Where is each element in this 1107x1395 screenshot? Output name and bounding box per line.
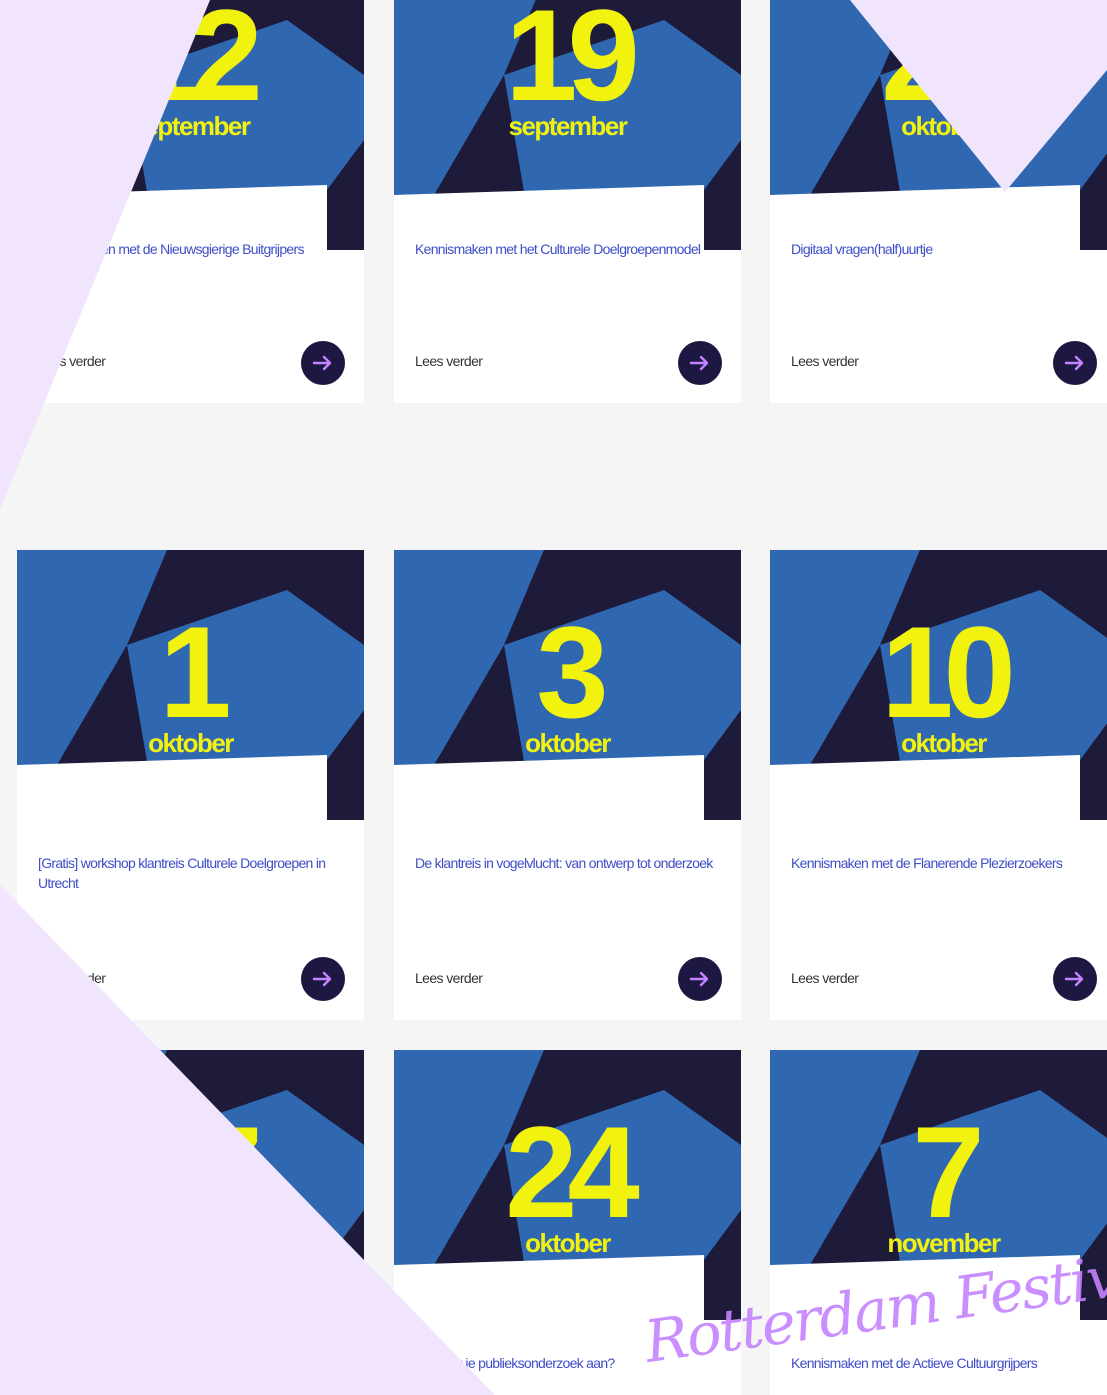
event-title[interactable]: Digitaal vragen(half)uurtje	[791, 239, 1097, 259]
event-poster: 19 september	[394, 0, 741, 250]
read-more-link[interactable]: Lees verder	[415, 970, 483, 986]
event-month: oktober	[525, 1228, 611, 1258]
event-title[interactable]: Kennismaken met de Actieve Cultuurgrijpe…	[791, 1353, 1097, 1373]
arrow-right-icon	[312, 355, 332, 371]
event-card[interactable]: 10 oktober Kennismaken met de Flanerende…	[770, 550, 1107, 1020]
read-more-link[interactable]: Lees verder	[791, 353, 859, 369]
read-more-button[interactable]	[301, 957, 345, 1001]
event-month: oktober	[148, 728, 234, 758]
arrow-right-icon	[312, 971, 332, 987]
event-card[interactable]: 17 oktober	[17, 1050, 364, 1395]
event-poster: 24 oktober	[394, 1050, 741, 1320]
event-poster: 17 oktober	[17, 1050, 364, 1320]
arrow-right-icon	[689, 971, 709, 987]
event-poster: 1 oktober	[17, 550, 364, 820]
event-title[interactable]: Kennismaken met de Flanerende Plezierzoe…	[791, 853, 1097, 873]
event-card[interactable]: 1 oktober [Gratis] workshop klantreis Cu…	[17, 550, 364, 1020]
read-more-button[interactable]	[1053, 957, 1097, 1001]
event-card[interactable]: 26 oktober Digitaal vragen(half)uurtje L…	[770, 0, 1107, 403]
event-card[interactable]: 12 september Kennismaken met de Nieuwsgi…	[17, 0, 364, 403]
event-day: 17	[128, 1099, 263, 1245]
event-poster: 26 oktober	[770, 0, 1107, 250]
event-day: 26	[881, 0, 1016, 128]
read-more-button[interactable]	[678, 341, 722, 385]
read-more-button[interactable]	[678, 957, 722, 1001]
event-poster: 3 oktober	[394, 550, 741, 820]
event-title[interactable]: [Gratis] workshop klantreis Culturele Do…	[38, 853, 344, 893]
read-more-link[interactable]: Lees verder	[791, 970, 859, 986]
arrow-right-icon	[689, 355, 709, 371]
read-more-link[interactable]: Lees verder	[415, 353, 483, 369]
event-day: 1	[159, 599, 231, 745]
event-month: oktober	[901, 728, 987, 758]
arrow-right-icon	[1064, 355, 1084, 371]
arrow-right-icon	[1064, 971, 1084, 987]
event-title[interactable]: De klantreis in vogelvlucht: van ontwerp…	[415, 853, 721, 873]
event-day: 3	[536, 599, 608, 745]
read-more-link[interactable]: Lees verder	[38, 353, 106, 369]
event-day: 19	[505, 0, 640, 128]
event-card[interactable]: 19 september Kennismaken met het Culture…	[394, 0, 741, 403]
event-title[interactable]: Kennismaken met het Culturele Doelgroepe…	[415, 239, 721, 259]
event-month: oktober	[525, 728, 611, 758]
event-day: 10	[881, 599, 1016, 745]
read-more-button[interactable]	[301, 341, 345, 385]
event-poster: 12 september	[17, 0, 364, 250]
event-month: september	[508, 111, 629, 141]
event-day: 7	[912, 1099, 984, 1245]
event-month: oktober	[901, 111, 987, 141]
event-grid-page: 12 september Kennismaken met de Nieuwsgi…	[0, 0, 1107, 1395]
event-card[interactable]: 3 oktober De klantreis in vogelvlucht: v…	[394, 550, 741, 1020]
event-poster: 10 oktober	[770, 550, 1107, 820]
event-title[interactable]: Kennismaken met de Nieuwsgierige Buitgri…	[38, 239, 344, 259]
event-day: 12	[128, 0, 263, 128]
event-month: oktober	[148, 1228, 234, 1258]
read-more-link[interactable]: Lees verder	[38, 970, 106, 986]
event-month: september	[131, 111, 252, 141]
read-more-button[interactable]	[1053, 341, 1097, 385]
event-day: 24	[505, 1099, 640, 1245]
